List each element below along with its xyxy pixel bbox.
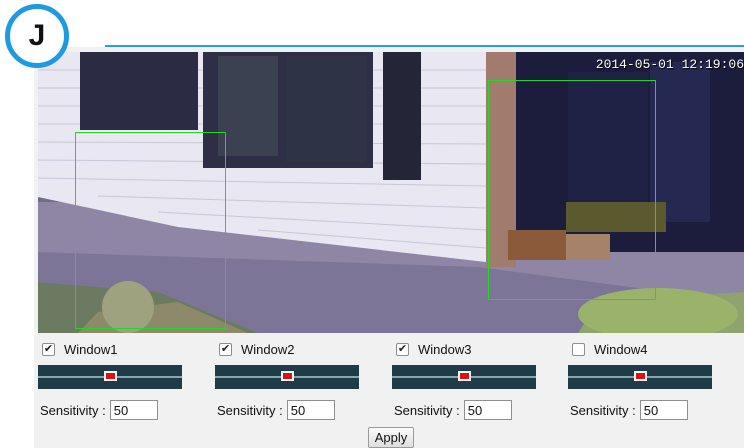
window3-control: ✔ Window3 Sensitivity :: [392, 338, 542, 446]
window2-sensitivity-input[interactable]: [286, 400, 335, 420]
window3-checkbox-checkmark-icon[interactable]: ✔: [396, 342, 409, 356]
window4-label: Window4: [594, 341, 648, 357]
window2-control: ✔ Window2 Sensitivity :: [215, 338, 365, 446]
section-letter-badge: J: [5, 4, 69, 68]
window2-sensitivity-slider[interactable]: [215, 365, 359, 389]
window4-sensitivity-input[interactable]: [639, 400, 688, 420]
window1-sensitivity-input[interactable]: [109, 400, 158, 420]
motion-window-3-outline[interactable]: [488, 80, 656, 300]
window4-sensitivity-slider[interactable]: [568, 365, 712, 389]
window2-checkbox-checkmark-icon[interactable]: ✔: [219, 342, 232, 356]
window3-sensitivity-label: Sensitivity :: [394, 402, 460, 418]
window1-checkbox-checkmark-icon[interactable]: ✔: [42, 342, 55, 356]
window2-sensitivity-label: Sensitivity :: [217, 402, 283, 418]
video-timestamp: 2014-05-01 12:19:06: [595, 57, 744, 72]
window4-control: Window4 Sensitivity :: [568, 338, 718, 446]
camera-video-feed[interactable]: 2014-05-01 12:19:06: [38, 52, 744, 333]
window4-sensitivity-label: Sensitivity :: [570, 402, 636, 418]
window1-label: Window1: [64, 341, 118, 357]
slider-thumb[interactable]: [104, 371, 117, 381]
apply-button[interactable]: Apply: [368, 427, 414, 448]
window4-checkbox[interactable]: [572, 342, 585, 356]
slider-thumb[interactable]: [458, 371, 471, 381]
window2-label: Window2: [241, 341, 295, 357]
slider-thumb[interactable]: [281, 371, 294, 381]
window3-label: Window3: [418, 341, 472, 357]
window3-sensitivity-input[interactable]: [463, 400, 512, 420]
window1-sensitivity-label: Sensitivity :: [40, 402, 106, 418]
window1-control: ✔ Window1 Sensitivity :: [38, 338, 188, 446]
motion-window-1-outline[interactable]: [75, 132, 226, 329]
window3-sensitivity-slider[interactable]: [392, 365, 536, 389]
slider-thumb[interactable]: [634, 371, 647, 381]
window1-sensitivity-slider[interactable]: [38, 365, 182, 389]
